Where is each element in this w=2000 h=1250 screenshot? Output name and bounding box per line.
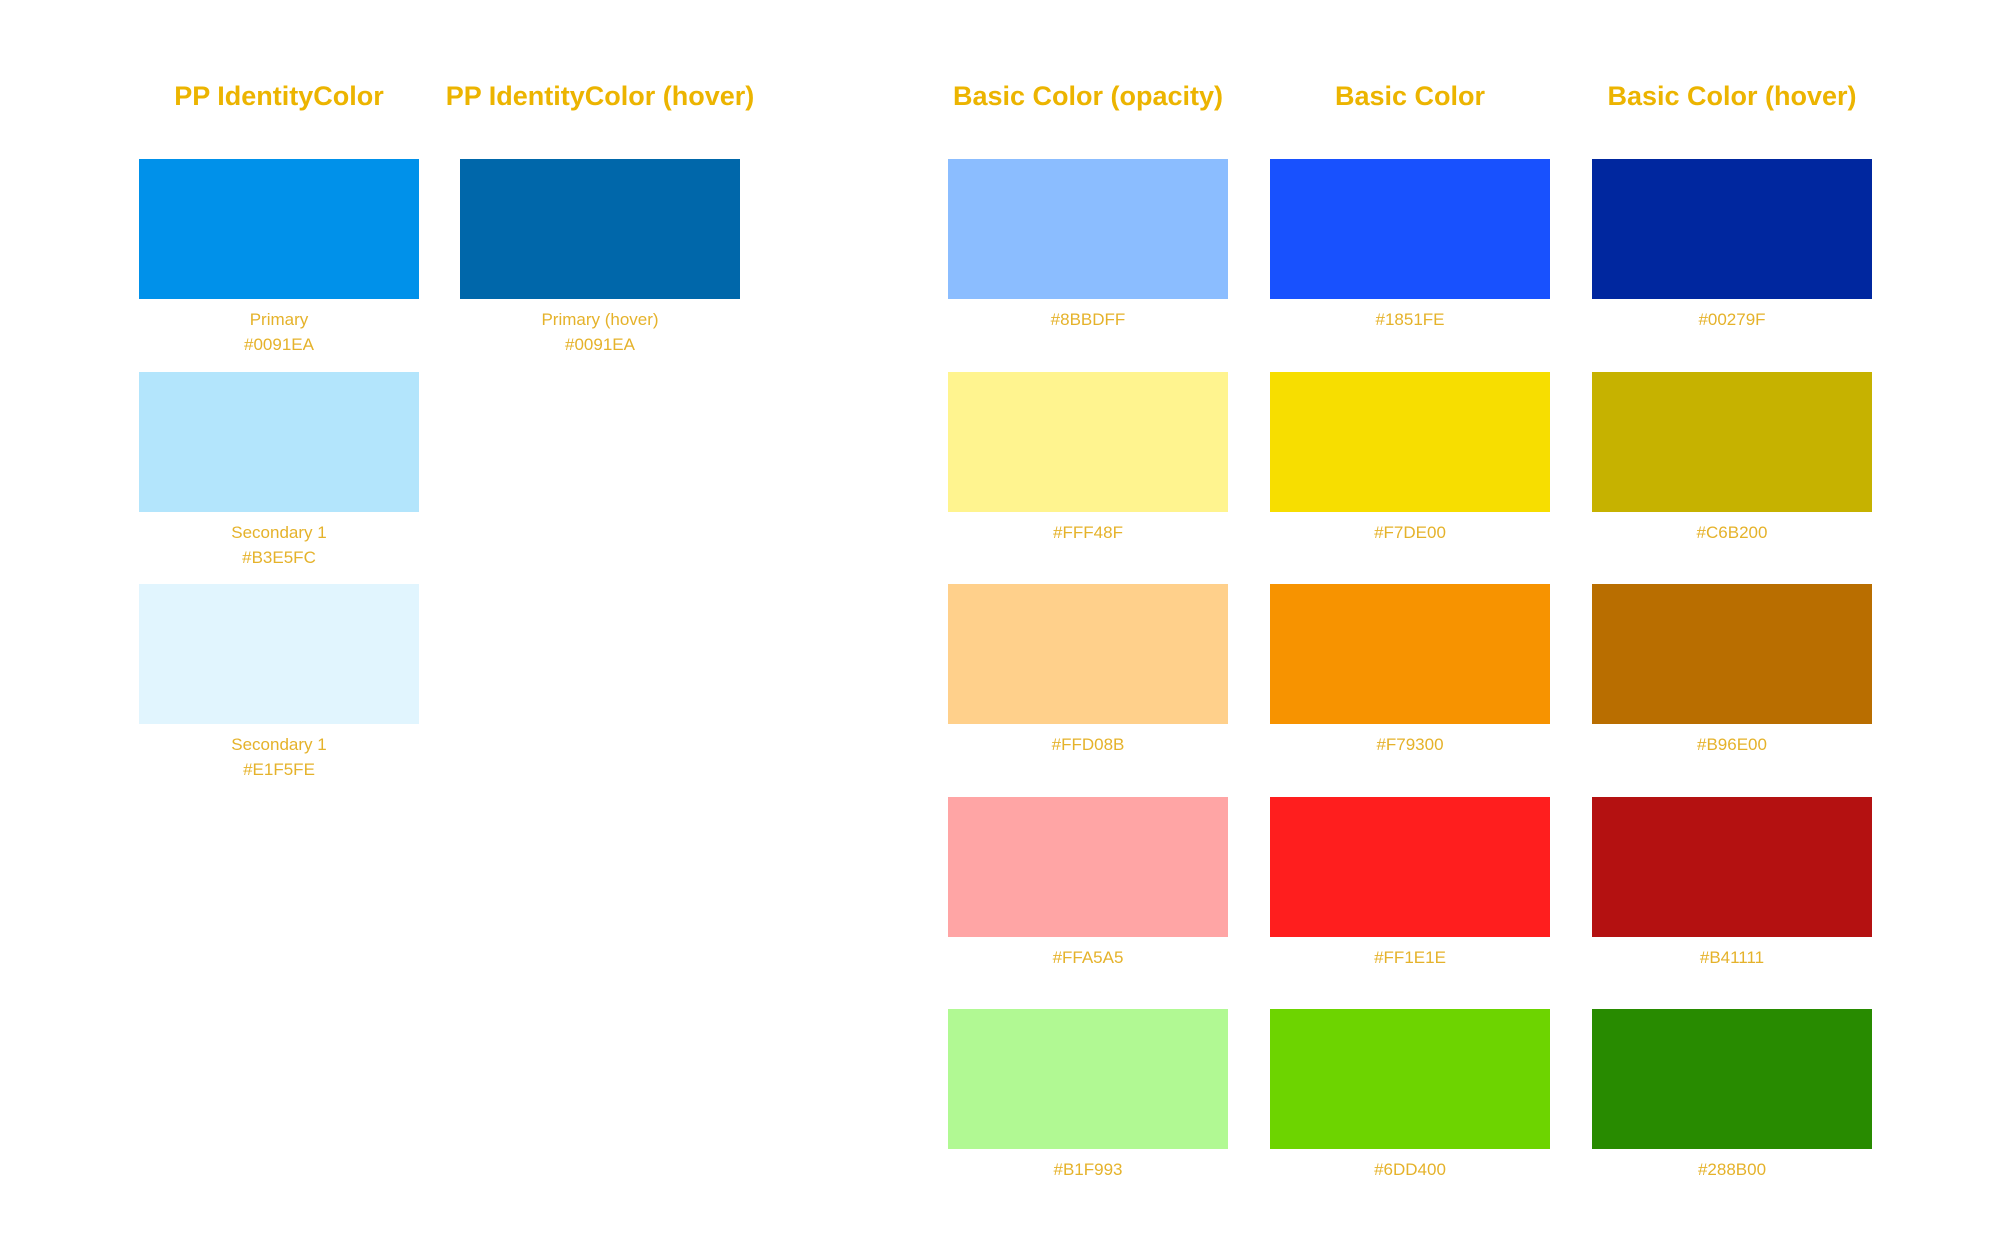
swatch-hex-code: #F7DE00	[1374, 522, 1446, 542]
color-swatch	[948, 1009, 1228, 1149]
swatch-hex-code: #B41111	[1699, 947, 1765, 967]
swatch-caption: Secondary 1 #B3E5FC	[119, 520, 439, 570]
swatch-caption: #FFA5A5	[928, 945, 1248, 970]
color-swatch-item: #288B00	[1572, 1009, 1892, 1222]
color-swatch	[1270, 159, 1550, 299]
color-swatch	[1270, 371, 1550, 512]
swatch-caption: #C6B200	[1572, 520, 1892, 545]
color-swatch-item: #B41111	[1572, 796, 1892, 1010]
color-swatch-item: #FFF48F	[928, 371, 1248, 585]
swatch-hex-code: #288B00	[1697, 1160, 1767, 1179]
color-swatch	[1270, 584, 1550, 724]
swatch-hex-code: #FFA5A5	[1052, 947, 1124, 967]
color-swatch-item: #8BBDFF	[928, 159, 1248, 372]
swatch-hex-code: #8BBDFF	[1050, 310, 1126, 329]
column-title: PP IdentityColor (hover)	[445, 81, 755, 111]
swatch-caption: #FF1E1E	[1250, 945, 1570, 970]
color-swatch-item: #1851FE	[1250, 159, 1570, 372]
column-title: Basic Color (opacity)	[952, 81, 1224, 111]
color-swatch	[1270, 1009, 1550, 1149]
color-swatch-item: #B96E00	[1572, 584, 1892, 797]
color-swatch	[1270, 796, 1550, 937]
color-swatch	[948, 584, 1228, 724]
swatch-caption: Secondary 1 #E1F5FE	[119, 732, 439, 782]
color-swatch	[139, 159, 419, 299]
swatch-caption: #B41111	[1572, 945, 1892, 970]
swatch-hex-code: #FF1E1E	[1374, 947, 1446, 967]
swatch-caption: #1851FE	[1250, 307, 1570, 332]
swatch-hex-code: #0091EA	[565, 335, 635, 354]
swatch-hex-code: #F79300	[1376, 735, 1444, 754]
color-swatch	[139, 584, 419, 724]
swatch-caption: #B96E00	[1572, 732, 1892, 757]
swatch-hex-code: #B3E5FC	[242, 547, 316, 567]
swatch-list: Primary (hover) #0091EA	[440, 159, 760, 372]
column-title: PP IdentityColor	[174, 81, 384, 111]
column-title: Basic Color (hover)	[1607, 81, 1857, 111]
color-swatch-item: #C6B200	[1572, 371, 1892, 585]
swatch-label: Primary	[249, 310, 309, 329]
color-swatch-item: Primary #0091EA	[119, 159, 439, 372]
swatch-caption: #00279F	[1572, 307, 1892, 332]
swatch-caption: #F7DE00	[1250, 520, 1570, 545]
color-swatch-item: Secondary 1 #E1F5FE	[119, 584, 439, 797]
swatch-caption: #F79300	[1250, 732, 1570, 757]
color-swatch	[139, 371, 419, 512]
swatch-list: Primary #0091EA Secondary 1 #B3E5FC Secondar…	[119, 159, 439, 797]
color-swatch-item: #FFA5A5	[928, 796, 1248, 1010]
color-swatch-item: #00279F	[1572, 159, 1892, 372]
color-swatch-item: #B1F993	[928, 1009, 1248, 1222]
swatch-list: #00279F #C6B200 #B96E00 #B41111 #288B00	[1572, 159, 1892, 1222]
color-swatch-item: Secondary 1 #B3E5FC	[119, 371, 439, 585]
color-swatch	[948, 796, 1228, 937]
swatch-label: Primary (hover)	[541, 310, 659, 329]
swatch-caption: #6DD400	[1250, 1157, 1570, 1182]
color-swatch	[1592, 796, 1872, 937]
swatch-caption: Primary #0091EA	[119, 307, 439, 357]
swatch-caption: #288B00	[1572, 1157, 1892, 1182]
color-swatch	[1592, 1009, 1872, 1149]
color-swatch	[1592, 159, 1872, 299]
swatch-hex-code: #6DD400	[1374, 1160, 1446, 1179]
swatch-caption: #FFD08B	[928, 732, 1248, 757]
swatch-list: #1851FE #F7DE00 #F79300 #FF1E1E #6DD400	[1250, 159, 1570, 1222]
swatch-hex-code: #FFF48F	[1053, 522, 1123, 542]
swatch-hex-code: #FFD08B	[1051, 735, 1125, 754]
swatch-label: Secondary 1	[231, 735, 327, 754]
color-swatch	[1592, 584, 1872, 724]
swatch-hex-code: #E1F5FE	[243, 760, 315, 779]
swatch-caption: #8BBDFF	[928, 307, 1248, 332]
color-swatch-item: #FF1E1E	[1250, 796, 1570, 1010]
swatch-caption: #FFF48F	[928, 520, 1248, 545]
color-swatch	[948, 371, 1228, 512]
swatch-caption: #B1F993	[928, 1157, 1248, 1182]
color-swatch-item: #F7DE00	[1250, 371, 1570, 585]
color-swatch	[1592, 371, 1872, 512]
swatch-label: Secondary 1	[231, 522, 327, 542]
swatch-hex-code: #0091EA	[244, 335, 314, 354]
color-swatch	[460, 159, 740, 299]
color-swatch	[948, 159, 1228, 299]
swatch-caption: Primary (hover) #0091EA	[440, 307, 760, 357]
swatch-hex-code: #B1F993	[1053, 1160, 1123, 1179]
swatch-hex-code: #C6B200	[1696, 522, 1768, 542]
swatch-hex-code: #00279F	[1698, 310, 1766, 329]
color-swatch-item: #FFD08B	[928, 584, 1248, 797]
color-swatch-item: Primary (hover) #0091EA	[440, 159, 760, 372]
column-title: Basic Color	[1334, 81, 1486, 111]
swatch-hex-code: #B96E00	[1697, 735, 1767, 754]
swatch-list: #8BBDFF #FFF48F #FFD08B #FFA5A5 #B1F993	[928, 159, 1248, 1222]
color-swatch-item: #6DD400	[1250, 1009, 1570, 1222]
color-swatch-item: #F79300	[1250, 584, 1570, 797]
swatch-hex-code: #1851FE	[1375, 310, 1445, 329]
